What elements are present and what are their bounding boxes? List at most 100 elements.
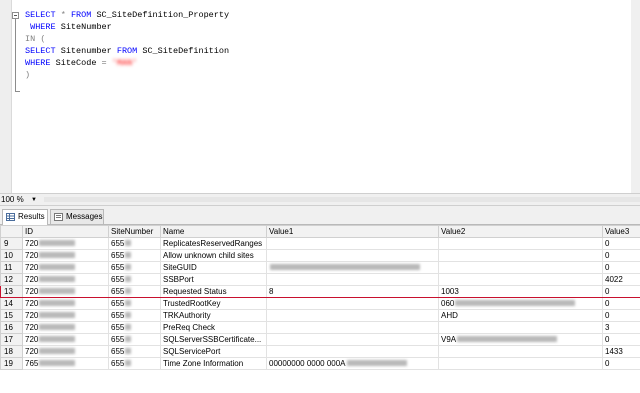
cell-value3[interactable]: 0 <box>602 285 640 298</box>
table-row[interactable]: 15 720 655 TRKAuthority AHD 0 <box>0 309 640 322</box>
cell-id[interactable]: 720 <box>22 237 109 250</box>
cell-sitenumber[interactable]: 655 <box>108 273 161 286</box>
cell-name[interactable]: SQLServerSSBCertificate... <box>160 333 267 346</box>
column-header-value1[interactable]: Value1 <box>266 225 439 238</box>
row-number-header[interactable] <box>0 225 23 238</box>
column-header-value3[interactable]: Value3 <box>602 225 640 238</box>
cell-value1[interactable] <box>266 321 439 334</box>
cell-value3[interactable]: 3 <box>602 321 640 334</box>
cell-value2[interactable]: 1003 <box>438 285 603 298</box>
cell-sitenumber[interactable]: 655 <box>108 285 161 298</box>
cell-id[interactable]: 720 <box>22 285 109 298</box>
row-number[interactable]: 16 <box>0 321 23 334</box>
cell-value2[interactable]: AHD <box>438 309 603 322</box>
row-number[interactable]: 17 <box>0 333 23 346</box>
cell-value1[interactable] <box>266 249 439 262</box>
table-row[interactable]: 17 720 655 SQLServerSSBCertificate... V9A 0 <box>0 333 640 346</box>
row-number[interactable]: 14 <box>0 297 23 310</box>
tab-messages[interactable]: Messages <box>50 209 104 224</box>
cell-value1[interactable] <box>266 309 439 322</box>
vertical-scrollbar[interactable] <box>631 0 640 193</box>
table-row[interactable]: 18 720 655 SQLServicePort 1433 <box>0 345 640 358</box>
cell-value2[interactable] <box>438 357 603 370</box>
table-row[interactable]: 19 765 655 Time Zone Information 00000000 00… <box>0 357 640 370</box>
row-number[interactable]: 15 <box>0 309 23 322</box>
cell-name[interactable]: SQLServicePort <box>160 345 267 358</box>
cell-value1[interactable] <box>266 297 439 310</box>
cell-value1[interactable]: 8 <box>266 285 439 298</box>
cell-value3[interactable]: 0 <box>602 333 640 346</box>
cell-value2[interactable] <box>438 273 603 286</box>
row-number[interactable]: 11 <box>0 261 23 274</box>
cell-value2[interactable]: 060 <box>438 297 603 310</box>
cell-name[interactable]: SSBPort <box>160 273 267 286</box>
zoom-select[interactable]: 100 % ▼ <box>1 195 39 205</box>
cell-name[interactable]: TRKAuthority <box>160 309 267 322</box>
cell-value1[interactable] <box>266 273 439 286</box>
cell-sitenumber[interactable]: 655 <box>108 297 161 310</box>
cell-value2[interactable] <box>438 249 603 262</box>
cell-id[interactable]: 720 <box>22 333 109 346</box>
cell-value1[interactable] <box>266 261 439 274</box>
cell-value3[interactable]: 0 <box>602 261 640 274</box>
cell-id[interactable]: 720 <box>22 297 109 310</box>
column-header-value2[interactable]: Value2 <box>438 225 603 238</box>
row-number[interactable]: 18 <box>0 345 23 358</box>
cell-id[interactable]: 720 <box>22 321 109 334</box>
cell-value3[interactable]: 0 <box>602 357 640 370</box>
cell-value3[interactable]: 0 <box>602 309 640 322</box>
cell-value3[interactable]: 4022 <box>602 273 640 286</box>
horizontal-scrollbar[interactable] <box>44 197 640 202</box>
cell-value2[interactable] <box>438 321 603 334</box>
row-number[interactable]: 10 <box>0 249 23 262</box>
cell-value3[interactable]: 0 <box>602 297 640 310</box>
results-grid[interactable]: ID SiteNumber Name Value1 Value2 Value3 … <box>0 225 640 393</box>
cell-id[interactable]: 720 <box>22 261 109 274</box>
cell-sitenumber[interactable]: 655 <box>108 345 161 358</box>
cell-value1[interactable] <box>266 345 439 358</box>
column-header-id[interactable]: ID <box>22 225 109 238</box>
cell-value3[interactable]: 1433 <box>602 345 640 358</box>
cell-sitenumber[interactable]: 655 <box>108 357 161 370</box>
row-number[interactable]: 19 <box>0 357 23 370</box>
cell-value2[interactable] <box>438 261 603 274</box>
table-row[interactable]: 11 720 655 SiteGUID 0 <box>0 261 640 274</box>
cell-value3[interactable]: 0 <box>602 237 640 250</box>
cell-sitenumber[interactable]: 655 <box>108 237 161 250</box>
row-number[interactable]: 12 <box>0 273 23 286</box>
table-row[interactable]: 16 720 655 PreReq Check 3 <box>0 321 640 334</box>
sql-editor[interactable]: SELECT * FROM SC_SiteDefinition_Property… <box>0 0 640 193</box>
cell-name[interactable]: SiteGUID <box>160 261 267 274</box>
table-row[interactable]: 12 720 655 SSBPort 4022 <box>0 273 640 286</box>
cell-value1[interactable] <box>266 237 439 250</box>
cell-name[interactable]: Time Zone Information <box>160 357 267 370</box>
column-header-sitenumber[interactable]: SiteNumber <box>108 225 161 238</box>
tab-results[interactable]: Results <box>2 209 48 225</box>
row-number[interactable]: 9 <box>0 237 23 250</box>
cell-value2[interactable] <box>438 237 603 250</box>
cell-sitenumber[interactable]: 655 <box>108 309 161 322</box>
cell-sitenumber[interactable]: 655 <box>108 261 161 274</box>
cell-id[interactable]: 720 <box>22 309 109 322</box>
cell-name[interactable]: Requested Status <box>160 285 267 298</box>
cell-name[interactable]: TrustedRootKey <box>160 297 267 310</box>
cell-value1[interactable] <box>266 333 439 346</box>
cell-name[interactable]: ReplicatesReservedRanges <box>160 237 267 250</box>
cell-value2[interactable] <box>438 345 603 358</box>
cell-value2[interactable]: V9A <box>438 333 603 346</box>
cell-sitenumber[interactable]: 655 <box>108 333 161 346</box>
table-row[interactable]: 13 720 655 Requested Status 8 1003 0 <box>0 285 640 298</box>
table-row[interactable]: 14 720 655 TrustedRootKey 060 0 <box>0 297 640 310</box>
cell-value3[interactable]: 0 <box>602 249 640 262</box>
cell-id[interactable]: 720 <box>22 273 109 286</box>
collapse-toggle-icon[interactable] <box>12 12 19 19</box>
cell-value1[interactable]: 00000000 0000 000A <box>266 357 439 370</box>
cell-id[interactable]: 720 <box>22 249 109 262</box>
cell-name[interactable]: PreReq Check <box>160 321 267 334</box>
cell-name[interactable]: Allow unknown child sites <box>160 249 267 262</box>
cell-id[interactable]: 765 <box>22 357 109 370</box>
row-number[interactable]: 13 <box>0 285 23 298</box>
column-header-name[interactable]: Name <box>160 225 267 238</box>
table-row[interactable]: 9 720 655 ReplicatesReservedRanges 0 <box>0 237 640 250</box>
cell-sitenumber[interactable]: 655 <box>108 321 161 334</box>
